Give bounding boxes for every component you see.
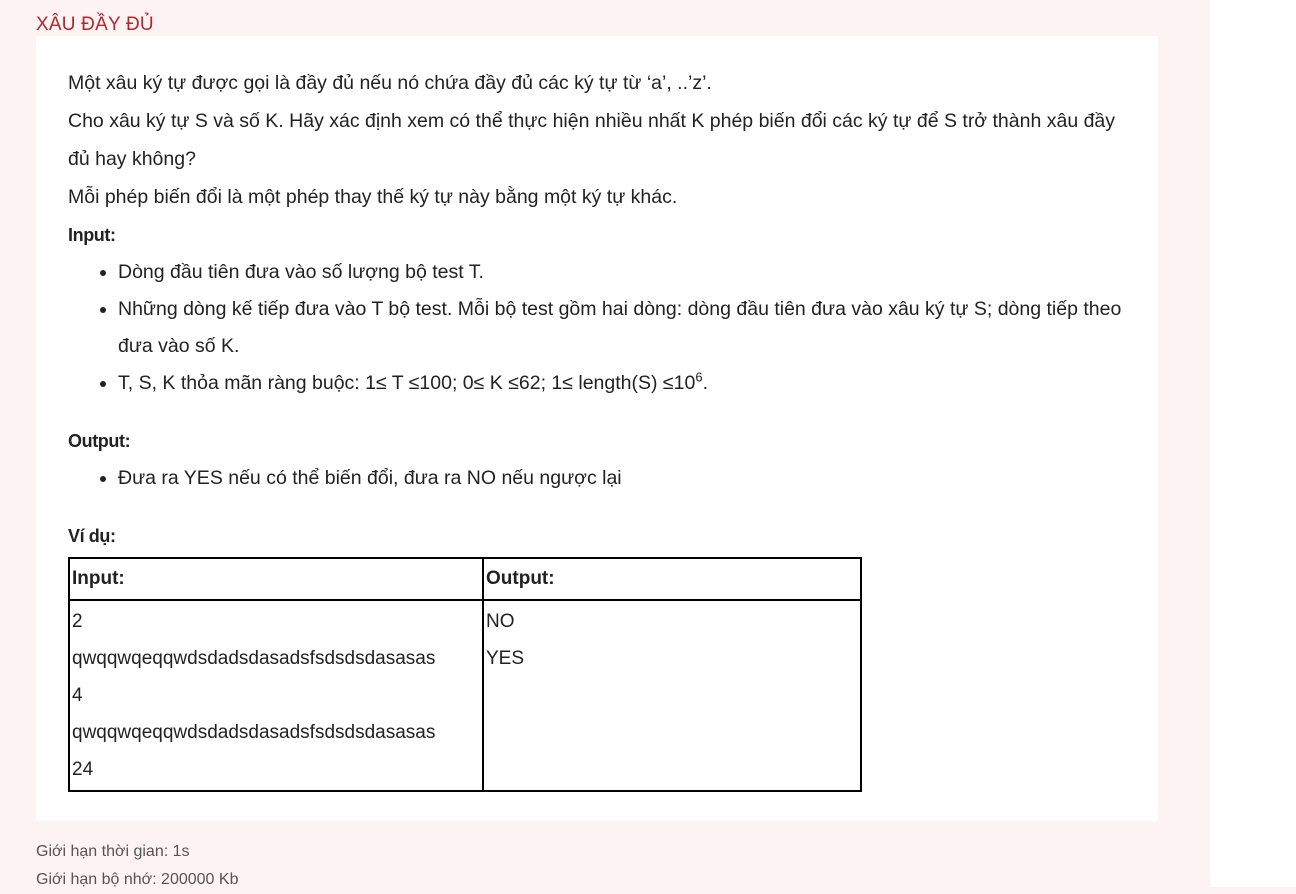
output-bullet-item: Đưa ra YES nếu có thể biến đổi, đưa ra N… [118, 460, 1138, 497]
input-bullet-item: Những dòng kế tiếp đưa vào T bộ test. Mỗ… [118, 291, 1138, 365]
example-input-line: 4 [72, 685, 83, 706]
example-header-output: Output: [482, 557, 862, 601]
statement-line-1: Một xâu ký tự được gọi là đầy đủ nếu nó … [68, 72, 712, 94]
example-input-line: qwqqwqeqqwdsdadsdasadsfsdsdsdasasas [72, 722, 436, 743]
output-section-label: Output: [68, 431, 131, 451]
example-output-line: NO [486, 611, 515, 632]
statement-line-2: Cho xâu ký tự S và số K. Hãy xác định xe… [68, 110, 1116, 170]
input-bullet-list: Dòng đầu tiên đưa vào số lượng bộ test T… [68, 254, 1138, 402]
example-table: Input: Output: 2 qwqqwqeqqwdsdadsdasadsf… [68, 557, 862, 792]
problem-statement: Một xâu ký tự được gọi là đầy đủ nếu nó … [68, 64, 1138, 792]
example-output-cell: NO YES [482, 599, 862, 792]
constraint-bullet-item: T, S, K thỏa mãn ràng buộc: 1≤ T ≤100; 0… [118, 365, 1138, 402]
memory-limit: Giới hạn bộ nhớ: 200000 Kb [36, 871, 239, 888]
example-input-cell: 2 qwqqwqeqqwdsdadsdasadsfsdsdsdasasas 4 … [68, 599, 484, 792]
problem-title: XÂU ĐẦY ĐỦ [36, 14, 154, 35]
input-section-label: Input: [68, 225, 116, 245]
example-section-label: Ví dụ: [68, 526, 116, 546]
example-input-line: qwqqwqeqqwdsdadsdasadsfsdsdsdasasas [72, 648, 436, 669]
example-table-header-row: Input: Output: [68, 557, 862, 601]
output-bullet-list: Đưa ra YES nếu có thể biến đổi, đưa ra N… [68, 460, 1138, 497]
statement-line-3: Mỗi phép biến đổi là một phép thay thế k… [68, 186, 678, 208]
problem-content-card: Một xâu ký tự được gọi là đầy đủ nếu nó … [36, 36, 1158, 821]
constraint-end: . [702, 372, 708, 394]
example-input-line: 24 [72, 759, 94, 780]
time-limit: Giới hạn thời gian: 1s [36, 843, 190, 860]
example-output-line: YES [486, 648, 525, 669]
input-bullet-item: Dòng đầu tiên đưa vào số lượng bộ test T… [118, 254, 1138, 291]
problem-limits: Giới hạn thời gian: 1s Giới hạn bộ nhớ: … [36, 838, 238, 894]
right-gutter [1210, 0, 1296, 887]
example-table-row: 2 qwqqwqeqqwdsdadsdasadsfsdsdsdasasas 4 … [68, 599, 862, 792]
constraint-exponent: 6 [695, 369, 703, 385]
constraint-text: T, S, K thỏa mãn ràng buộc: 1≤ T ≤100; 0… [118, 372, 696, 394]
example-header-input: Input: [68, 557, 484, 601]
example-input-line: 2 [72, 611, 83, 632]
